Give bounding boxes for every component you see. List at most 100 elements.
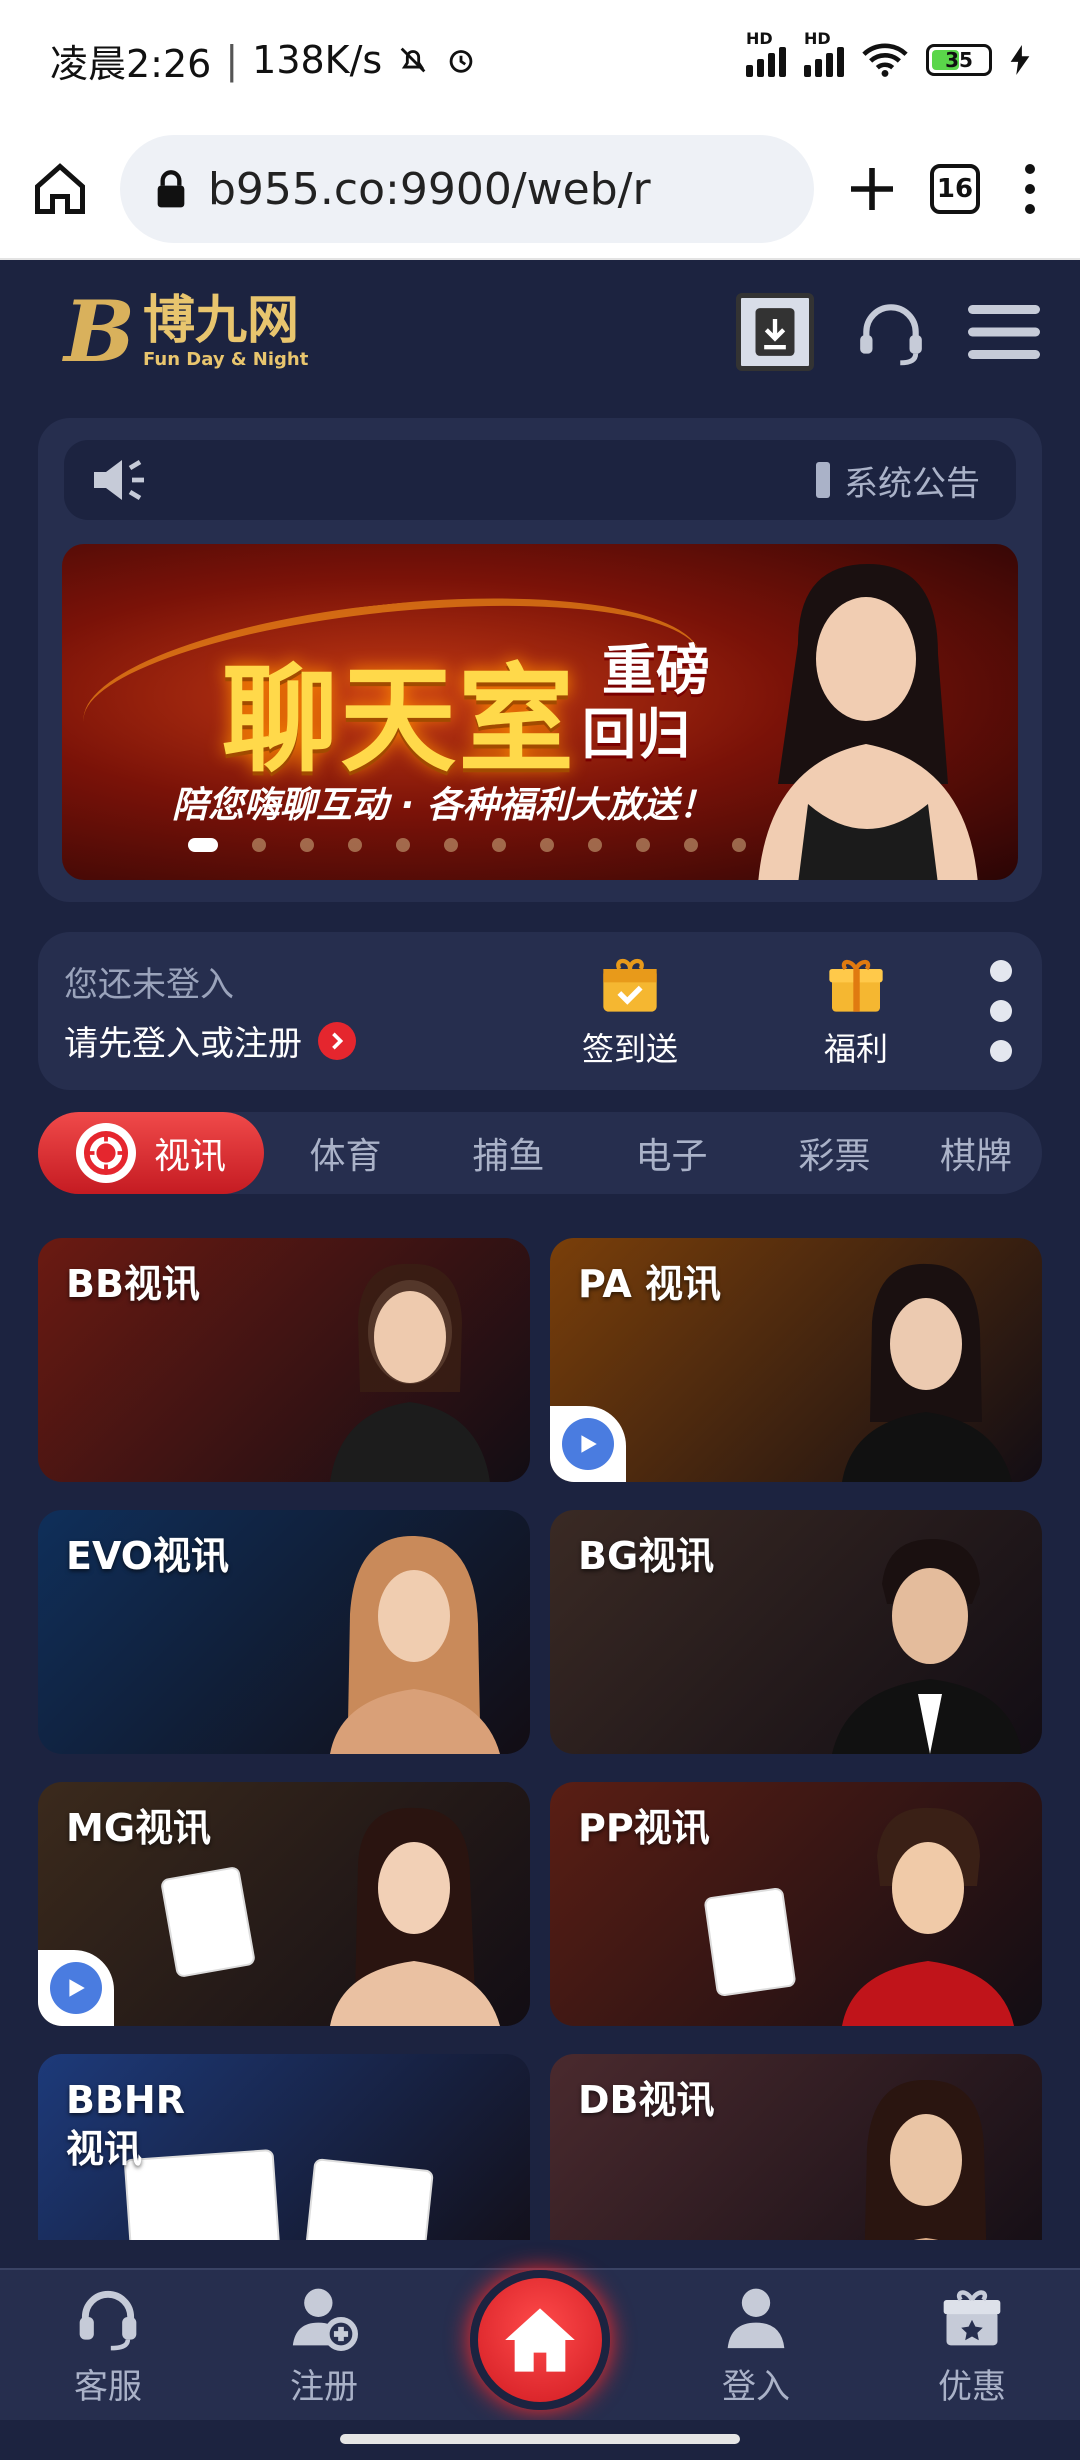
browser-toolbar: b955.co:9900/web/r 16 <box>0 120 1080 260</box>
alarm-icon <box>449 50 473 73</box>
lock-icon <box>157 170 185 208</box>
status-left: 凌晨2:26 | 138K/s <box>50 33 478 88</box>
dealer-image <box>842 1263 1012 1482</box>
user-icon <box>727 2288 785 2349</box>
nav-promotions[interactable]: 优惠 <box>864 2283 1080 2408</box>
gift-box-icon <box>943 2290 1001 2346</box>
game-title: DB视讯 <box>578 2078 715 2122</box>
tab-slots[interactable]: 电子 <box>590 1127 753 1179</box>
tab-live-video[interactable]: 视讯 <box>38 1112 264 1194</box>
calendar-gift-icon <box>603 958 657 1012</box>
nav-customer-service[interactable]: 客服 <box>0 2283 216 2408</box>
pagination-dot[interactable] <box>348 838 362 852</box>
home-indicator[interactable] <box>340 2434 740 2444</box>
promo-banner[interactable]: 聊天室 重磅 回归 陪您嗨聊互动 · 各种福利大放送！ <box>62 544 1018 880</box>
pagination-dot[interactable] <box>188 838 218 852</box>
game-title: EVO视讯 <box>66 1534 230 1578</box>
logo-text: 博九网 Fun Day & Night <box>143 294 308 370</box>
download-app-button[interactable] <box>736 293 814 371</box>
pagination-dot[interactable] <box>540 838 554 852</box>
game-card-pa[interactable]: PA 视讯 <box>550 1238 1042 1482</box>
game-title: BBHR视讯 <box>66 2078 185 2172</box>
game-title: MG视讯 <box>66 1806 212 1850</box>
play-icon <box>562 1418 614 1470</box>
charging-icon <box>1010 45 1030 75</box>
more-options-button[interactable] <box>990 960 1012 1062</box>
pagination-dot[interactable] <box>300 838 314 852</box>
game-title: BG视讯 <box>578 1534 715 1578</box>
poker-chip-icon <box>75 1123 136 1183</box>
pagination-dot[interactable] <box>588 838 602 852</box>
system-announcement-label: 系统公告 <box>816 456 980 505</box>
clock: 凌晨2:26 <box>50 41 212 86</box>
game-title: PP视讯 <box>578 1806 710 1850</box>
pagination-dot[interactable] <box>396 838 410 852</box>
new-tab-icon[interactable] <box>844 161 900 217</box>
tab-switcher-button[interactable]: 16 <box>930 164 980 214</box>
home-icon[interactable] <box>30 159 90 219</box>
play-badge <box>550 1406 626 1482</box>
dealer-image <box>330 1807 500 2026</box>
login-register-link[interactable]: 请先登入或注册 <box>64 1016 550 1065</box>
tab-label: 视讯 <box>153 1136 226 1177</box>
announcement-banner-panel: 系统公告 聊天室 重磅 回归 陪您嗨聊互动 · 各种福利大放送！ <box>38 418 1042 902</box>
tab-fishing[interactable]: 捕鱼 <box>427 1127 590 1179</box>
playing-card-image <box>159 1865 257 1979</box>
pagination-dot[interactable] <box>252 838 266 852</box>
speaker-icon <box>94 459 144 501</box>
nav-login[interactable]: 登入 <box>648 2283 864 2408</box>
welfare-button[interactable]: 福利 <box>776 952 936 1070</box>
banner-pagination[interactable] <box>188 838 746 852</box>
game-card-bg[interactable]: BG视讯 <box>550 1510 1042 1754</box>
pagination-dot[interactable] <box>492 838 506 852</box>
separator: | <box>225 38 239 82</box>
url-text: b955.co:9900/web/r <box>208 163 651 215</box>
play-icon <box>50 1962 102 2014</box>
wifi-icon <box>862 43 908 77</box>
nav-register[interactable]: 注册 <box>216 2283 432 2408</box>
hamburger-menu-icon[interactable] <box>968 300 1040 364</box>
browser-menu-button[interactable] <box>1010 164 1050 214</box>
login-text-block[interactable]: 您还未登入 请先登入或注册 <box>64 957 550 1065</box>
tab-lottery[interactable]: 彩票 <box>753 1127 916 1179</box>
logo-mark: B <box>64 282 135 381</box>
status-bar: 凌晨2:26 | 138K/s HD HD 35 <box>0 0 1080 120</box>
game-card-evo[interactable]: EVO视讯 <box>38 1510 530 1754</box>
announcement-bar[interactable]: 系统公告 <box>64 440 1016 520</box>
gift-icon <box>829 959 883 1012</box>
banner-model-image <box>758 564 978 880</box>
playing-card-image <box>302 2158 434 2240</box>
pagination-dot[interactable] <box>444 838 458 852</box>
bell-off-icon <box>400 47 426 73</box>
nav-home-button[interactable] <box>470 2270 610 2410</box>
game-card-db[interactable]: DB视讯 <box>550 2054 1042 2240</box>
game-card-pp[interactable]: PP视讯 <box>550 1782 1042 2026</box>
address-bar[interactable]: b955.co:9900/web/r <box>120 135 814 243</box>
game-card-mg[interactable]: MG视讯 <box>38 1782 530 2026</box>
welfare-label: 福利 <box>823 1030 888 1068</box>
download-icon <box>755 308 795 356</box>
pagination-dot[interactable] <box>732 838 746 852</box>
banner-title: 聊天室 <box>222 653 576 788</box>
header-actions <box>736 293 1040 371</box>
checkin-reward-button[interactable]: 签到送 <box>550 952 710 1070</box>
brand-name: 博九网 <box>143 291 300 352</box>
login-status-bar: 您还未登入 请先登入或注册 签到送 福利 <box>38 932 1042 1090</box>
tab-card-games[interactable]: 棋牌 <box>916 1127 1036 1179</box>
site-logo[interactable]: B 博九网 Fun Day & Night <box>64 290 308 374</box>
nav-label: 优惠 <box>938 2367 1006 2407</box>
dealer-image <box>330 1535 500 1754</box>
customer-service-icon[interactable] <box>854 295 928 369</box>
dealer-image <box>330 1263 490 1482</box>
home-icon <box>505 2308 575 2372</box>
pagination-dot[interactable] <box>636 838 650 852</box>
tab-sports[interactable]: 体育 <box>264 1127 427 1179</box>
nav-label: 客服 <box>74 2367 142 2407</box>
dealer-image <box>832 1539 1022 1754</box>
game-grid: BB视讯 PA 视讯 EVO视讯 BG视讯 MG视讯 PP视讯 BBHR视讯 D… <box>38 1238 1042 2240</box>
network-speed: 138K/s <box>252 38 383 82</box>
game-card-bb[interactable]: BB视讯 <box>38 1238 530 1482</box>
game-card-bbhr[interactable]: BBHR视讯 <box>38 2054 530 2240</box>
signal-icon: HD <box>804 29 844 77</box>
pagination-dot[interactable] <box>684 838 698 852</box>
